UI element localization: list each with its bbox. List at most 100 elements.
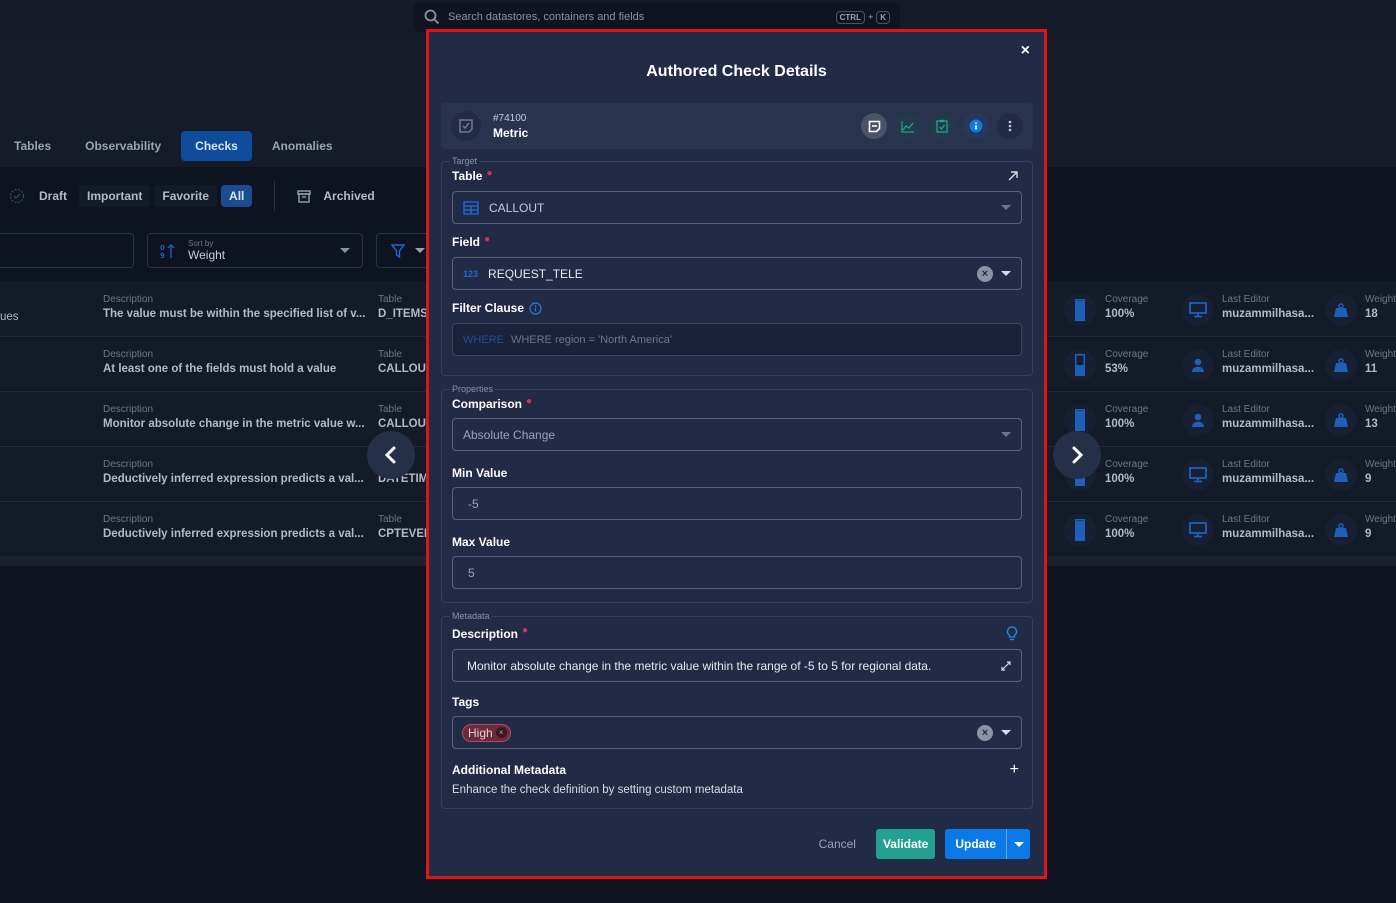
field-value: REQUEST_TELE	[488, 266, 583, 281]
filter-archived[interactable]: Archived	[297, 189, 375, 203]
notes-button[interactable]	[861, 113, 887, 139]
weight-icon	[1325, 294, 1357, 326]
more-vertical-icon	[1008, 120, 1012, 132]
filter-clause-label-text: Filter Clause	[452, 301, 525, 315]
sort-select[interactable]: 09 Sort by Weight	[147, 233, 363, 268]
filter-draft[interactable]: Draft	[31, 185, 75, 207]
validate-button[interactable]: Validate	[875, 829, 936, 859]
last-editor-label: Last Editor	[1222, 404, 1270, 415]
weight-value: 9	[1365, 473, 1372, 485]
table-label: Table	[378, 349, 402, 360]
checked-note-icon	[459, 119, 473, 133]
tab-observability[interactable]: Observability	[71, 131, 175, 161]
filter-favorite[interactable]: Favorite	[154, 185, 218, 207]
table-select[interactable]: CALLOUT	[452, 191, 1022, 224]
weight-icon	[1325, 514, 1357, 546]
table-label: Table	[378, 514, 402, 525]
list-search-input[interactable]	[0, 233, 134, 268]
check-header: #74100 Metric	[441, 103, 1033, 149]
close-button[interactable]: ×	[1021, 42, 1030, 60]
description-label-text: Description	[452, 626, 519, 641]
draft-icon	[9, 188, 25, 204]
coverage-icon	[1064, 514, 1096, 546]
last-editor-value: muzammilhasa...	[1222, 418, 1315, 430]
cancel-button[interactable]: Cancel	[809, 830, 866, 858]
chevron-down-icon	[1013, 841, 1024, 847]
filter-all[interactable]: All	[221, 185, 253, 207]
coverage-value: 53%	[1105, 363, 1129, 375]
description-input[interactable]: Monitor absolute change in the metric va…	[452, 649, 1022, 682]
description-label: Description ●	[452, 625, 1022, 641]
last-editor-label: Last Editor	[1222, 514, 1270, 525]
additional-metadata-text: Additional Metadata	[452, 763, 567, 777]
description-value: Monitor absolute change in the metric va…	[467, 658, 932, 673]
sort-label: Sort by	[188, 239, 214, 248]
tab-anomalies[interactable]: Anomalies	[258, 131, 347, 161]
tag-label: High	[468, 725, 493, 740]
last-editor-label: Last Editor	[1222, 459, 1270, 470]
field-select[interactable]: 123 REQUEST_TELE ×	[452, 257, 1022, 290]
add-metadata-button[interactable]: +	[1010, 761, 1019, 779]
weight-icon	[1325, 459, 1357, 491]
numeric-type-icon: 123	[463, 268, 479, 279]
filter-clause-label: Filter Clause	[452, 301, 1022, 315]
coverage-icon	[1064, 349, 1096, 381]
validate-check-button[interactable]	[929, 113, 955, 139]
activity-chart-button[interactable]	[895, 113, 921, 139]
last-editor-label: Last Editor	[1222, 294, 1270, 305]
more-options-button[interactable]	[997, 113, 1023, 139]
clear-tags-button[interactable]: ×	[977, 724, 993, 741]
remove-tag-button[interactable]: ×	[495, 727, 507, 738]
weight-label: Weight	[1365, 514, 1396, 525]
max-value-input[interactable]: 5	[452, 556, 1022, 589]
min-value: -5	[468, 496, 479, 511]
target-section: Target Table ● CALLOUT Field ● 123 REQUE…	[441, 156, 1033, 376]
filter-divider	[274, 181, 276, 211]
expand-icon[interactable]	[1001, 660, 1011, 671]
tag-high: High ×	[462, 723, 511, 742]
min-value-input[interactable]: -5	[452, 487, 1022, 520]
required-indicator: ●	[484, 233, 491, 245]
user-icon	[1182, 404, 1214, 436]
chevron-down-icon[interactable]	[1001, 271, 1011, 276]
comparison-select[interactable]: Absolute Change	[452, 418, 1022, 451]
coverage-label: Coverage	[1105, 294, 1149, 305]
required-indicator: ●	[526, 395, 533, 407]
filter-clause-input[interactable]: WHERE WHERE region = 'North America'	[452, 323, 1022, 356]
table-label: Table	[378, 294, 402, 305]
weight-label: Weight	[1365, 459, 1396, 470]
open-external-icon[interactable]	[1008, 171, 1018, 181]
max-value: 5	[468, 565, 475, 580]
where-prefix: WHERE	[463, 333, 504, 346]
global-search[interactable]: Search datastores, containers and fields…	[414, 2, 900, 32]
tab-checks[interactable]: Checks	[181, 131, 252, 161]
update-button[interactable]: Update	[945, 829, 1007, 859]
sort-value: Weight	[188, 248, 226, 262]
funnel-icon	[391, 243, 405, 258]
lightbulb-icon[interactable]	[1006, 626, 1018, 641]
info-icon	[969, 119, 983, 133]
clear-field-button[interactable]: ×	[977, 265, 993, 282]
tags-label: Tags	[452, 695, 480, 709]
weight-icon	[1325, 349, 1357, 381]
filter-important[interactable]: Important	[79, 185, 151, 207]
tab-tables[interactable]: Tables	[0, 131, 65, 161]
previous-check-button[interactable]	[367, 431, 415, 479]
weight-value: 9	[1365, 528, 1372, 540]
update-options-button[interactable]	[1007, 829, 1030, 859]
chevron-down-icon	[415, 248, 425, 253]
last-editor-value: muzammilhasa...	[1222, 308, 1315, 320]
next-check-button[interactable]	[1053, 431, 1101, 479]
table-icon	[463, 200, 479, 215]
table-value: CALLOUT	[489, 200, 545, 215]
field-label: Field ●	[452, 233, 1022, 250]
tags-select[interactable]: High × ×	[452, 716, 1022, 749]
info-outline-icon[interactable]	[529, 301, 542, 315]
archive-icon	[297, 189, 312, 203]
metadata-section: Metadata Description ● Monitor absolute …	[441, 611, 1033, 809]
additional-metadata-hint: Enhance the check definition by setting …	[452, 784, 743, 796]
chevron-down-icon	[1001, 432, 1011, 437]
sort-numeric-icon: 09	[160, 244, 175, 259]
info-button[interactable]	[963, 113, 989, 139]
chevron-down-icon[interactable]	[1001, 730, 1011, 735]
